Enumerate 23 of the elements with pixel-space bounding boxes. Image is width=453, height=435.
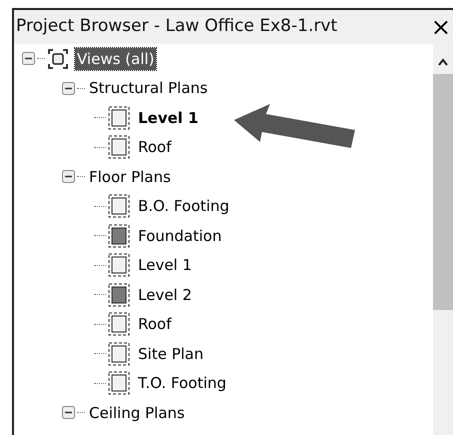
tree-item-label[interactable]: Ceiling Plans [87,402,187,424]
window-title: Project Browser - Law Office Ex8-1.rvt [16,15,338,38]
tree-item-label[interactable]: Level 1 [136,254,194,276]
tree-item-label[interactable]: Foundation [136,224,224,247]
views-icon [47,48,69,70]
tree-item-label[interactable]: Roof [136,136,174,158]
tree-item-label[interactable]: Level 2 [136,284,194,306]
tree-item-label[interactable]: Floor Plans [87,166,173,188]
collapse-icon[interactable] [62,406,75,420]
tree-item-label[interactable]: B.O. Footing [136,195,232,218]
tree-item-label[interactable]: Level 1 [136,106,200,129]
collapse-icon[interactable] [62,82,75,95]
tree-item-label[interactable]: Roof [136,313,174,336]
scroll-up-icon[interactable] [438,58,448,66]
close-button[interactable]: × [430,15,451,39]
tree-item-label[interactable]: Site Plan [136,342,206,365]
tree-item-label[interactable]: T.O. Footing [136,372,228,394]
collapse-icon[interactable] [62,170,75,184]
scrollbar[interactable] [433,44,453,435]
scrollbar-thumb[interactable] [433,74,453,310]
tree-item-label[interactable]: Views (all) [75,48,156,70]
collapse-icon[interactable] [22,52,35,66]
tree-item-label[interactable]: Structural Plans [87,77,210,100]
